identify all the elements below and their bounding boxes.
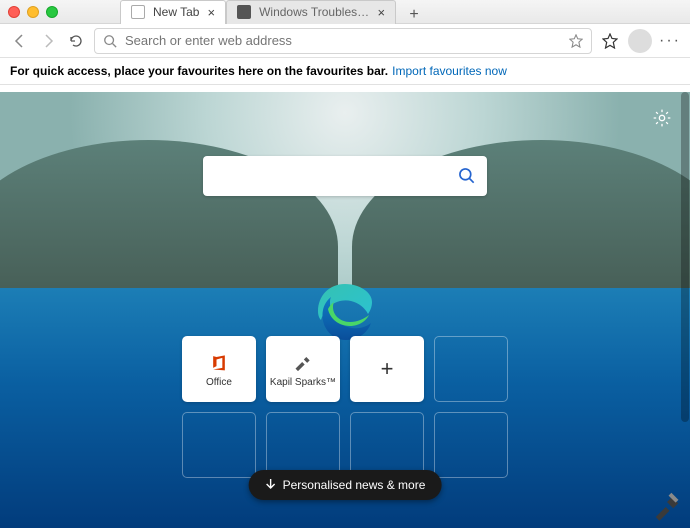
window-minimize-button[interactable] <box>27 6 39 18</box>
page-icon <box>131 5 145 19</box>
menu-button[interactable]: ··· <box>660 31 680 51</box>
tile-empty[interactable] <box>434 336 508 402</box>
address-bar[interactable] <box>94 28 592 54</box>
import-favourites-link[interactable]: Import favourites now <box>392 64 507 78</box>
edge-icon <box>313 280 377 344</box>
favourites-hint: For quick access, place your favourites … <box>10 64 388 78</box>
watermark-icon <box>652 492 682 522</box>
tile-label: Office <box>206 377 232 388</box>
plus-icon: + <box>376 358 398 380</box>
scrollbar-thumb[interactable] <box>681 92 689 422</box>
personalised-news-button[interactable]: Personalised news & more <box>249 470 442 500</box>
tile-kapil-sparks[interactable]: Kapil Sparks™ <box>266 336 340 402</box>
page-settings-button[interactable] <box>652 108 672 128</box>
arrow-right-icon <box>40 33 56 49</box>
office-icon <box>208 351 230 373</box>
news-button-label: Personalised news & more <box>283 478 426 492</box>
profile-avatar[interactable] <box>628 29 652 53</box>
star-outline-icon[interactable] <box>569 34 583 48</box>
quick-links-grid: Office Kapil Sparks™ + <box>182 336 508 478</box>
ntp-search-box[interactable] <box>203 156 487 196</box>
search-icon <box>103 34 117 48</box>
refresh-icon <box>68 33 84 49</box>
browser-toolbar: ··· <box>0 24 690 58</box>
page-icon <box>237 5 251 19</box>
close-tab-icon[interactable]: × <box>207 6 215 19</box>
favourites-button[interactable] <box>600 31 620 51</box>
tile-empty[interactable] <box>266 412 340 478</box>
tile-empty[interactable] <box>434 412 508 478</box>
tile-label: Kapil Sparks™ <box>270 377 336 388</box>
hammer-icon <box>292 351 314 373</box>
refresh-button[interactable] <box>66 31 86 51</box>
edge-logo <box>313 280 377 344</box>
arrow-left-icon <box>12 33 28 49</box>
browser-tab-strip: New Tab × Windows Troubleshooting, Ho… ×… <box>120 0 424 24</box>
tab-label: New Tab <box>153 5 199 19</box>
forward-button[interactable] <box>38 31 58 51</box>
new-tab-page: Office Kapil Sparks™ + Personalised news… <box>0 92 690 528</box>
tile-add[interactable]: + <box>350 336 424 402</box>
tab-windows-troubleshooting[interactable]: Windows Troubleshooting, Ho… × <box>226 0 396 24</box>
search-icon[interactable] <box>457 166 477 186</box>
tile-empty[interactable] <box>350 412 424 478</box>
favourites-bar: For quick access, place your favourites … <box>0 58 690 85</box>
gear-icon <box>652 108 672 128</box>
close-tab-icon[interactable]: × <box>377 6 385 19</box>
back-button[interactable] <box>10 31 30 51</box>
arrow-down-icon <box>265 478 277 490</box>
address-input[interactable] <box>125 33 561 48</box>
star-plus-icon <box>602 33 618 49</box>
tab-new-tab[interactable]: New Tab × <box>120 0 226 24</box>
hammer-icon <box>652 492 682 522</box>
new-tab-button[interactable]: + <box>404 6 424 24</box>
vertical-scrollbar[interactable] <box>681 92 689 528</box>
tile-office[interactable]: Office <box>182 336 256 402</box>
tab-label: Windows Troubleshooting, Ho… <box>259 5 369 19</box>
tile-empty[interactable] <box>182 412 256 478</box>
ntp-search-input[interactable] <box>213 168 457 184</box>
os-title-bar: New Tab × Windows Troubleshooting, Ho… ×… <box>0 0 690 24</box>
window-maximize-button[interactable] <box>46 6 58 18</box>
window-close-button[interactable] <box>8 6 20 18</box>
